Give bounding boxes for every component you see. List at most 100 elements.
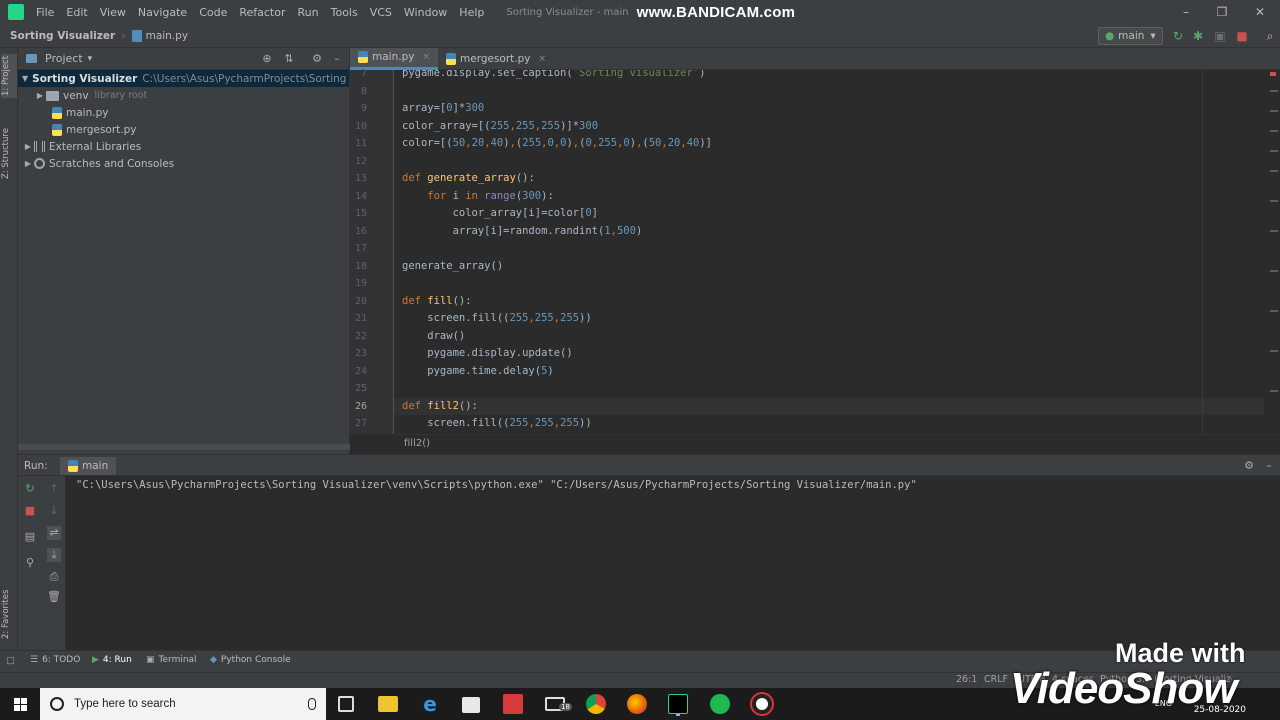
gift-icon[interactable] (503, 694, 523, 714)
breadcrumb-project[interactable]: Sorting Visualizer (10, 30, 115, 42)
arrow-up-icon[interactable]: ↑ (47, 482, 61, 496)
edge-icon[interactable]: e (420, 694, 440, 714)
store-icon[interactable] (462, 697, 480, 713)
tab-python-console[interactable]: ◆ Python Console (210, 655, 291, 665)
tree-item-scratches[interactable]: ▶ Scratches and Consoles (18, 155, 349, 172)
menu-help[interactable]: Help (453, 6, 490, 19)
taskbar-search[interactable]: Type here to search (40, 688, 326, 720)
project-panel-title[interactable]: Project (45, 52, 83, 65)
rerun-icon[interactable]: ↻ (23, 482, 37, 496)
rerun-icon[interactable]: ↻ (1170, 28, 1186, 44)
stop-icon[interactable]: ■ (23, 504, 37, 518)
tree-item-external-libraries[interactable]: ▶ External Libraries (18, 138, 349, 155)
code-editor[interactable]: pygame.display.set_caption('Sorting visu… (394, 70, 1264, 434)
menu-run[interactable]: Run (292, 6, 325, 19)
stripe-marker[interactable] (1270, 130, 1278, 132)
soft-wrap-icon[interactable]: ⇌ (47, 526, 61, 540)
scroll-to-end-icon[interactable]: ⤓ (47, 548, 61, 562)
menu-view[interactable]: View (94, 6, 132, 19)
tab-run[interactable]: ▶ 4: Run (92, 655, 132, 665)
structure-tool-tab[interactable]: Z: Structure (1, 122, 17, 186)
error-marker[interactable] (1270, 72, 1276, 76)
gear-icon[interactable]: ⚙ (1242, 459, 1256, 473)
menu-edit[interactable]: Edit (60, 6, 93, 19)
run-console[interactable]: "C:\Users\Asus\PycharmProjects\Sorting V… (66, 476, 1280, 650)
layout-icon[interactable]: ▤ (23, 530, 37, 544)
close-window-button[interactable]: ✕ (1242, 0, 1278, 24)
trash-icon[interactable]: 🗑 (47, 590, 61, 604)
close-icon[interactable]: × (539, 54, 547, 64)
chevron-right-icon[interactable]: ▶ (22, 142, 34, 151)
firefox-icon[interactable] (627, 694, 647, 714)
chevron-right-icon[interactable]: ▶ (34, 91, 46, 100)
hide-panel-icon[interactable]: – (1262, 459, 1276, 473)
search-everywhere-icon[interactable]: ⌕ (1262, 28, 1278, 44)
function-breadcrumb[interactable]: fill2() (404, 438, 430, 449)
stripe-marker[interactable] (1270, 150, 1278, 152)
chrome-icon[interactable] (586, 694, 606, 714)
caret-position[interactable]: 26:1 (956, 674, 977, 685)
run-label: Run: (24, 460, 48, 472)
chevron-down-icon[interactable]: ▾ (88, 54, 93, 64)
line-number-gutter[interactable]: 7 8 9 10 11 12 13 14 15 16 17 18 19 20 2… (350, 68, 394, 434)
breadcrumb-file[interactable]: main.py (146, 30, 188, 42)
menu-navigate[interactable]: Navigate (132, 6, 193, 19)
close-icon[interactable]: × (422, 52, 430, 62)
error-stripe[interactable] (1268, 70, 1280, 434)
maximize-button[interactable]: ❐ (1204, 0, 1240, 24)
tree-item-venv[interactable]: ▶ venv library root (18, 87, 349, 104)
print-icon[interactable]: ⎙ (47, 570, 61, 584)
start-button[interactable] (0, 688, 40, 720)
collapse-all-icon[interactable]: ⇅ (282, 52, 296, 66)
stripe-marker[interactable] (1270, 200, 1278, 202)
task-view-icon[interactable] (338, 696, 354, 712)
hide-panel-icon[interactable]: – (330, 52, 344, 66)
tree-item-main-py[interactable]: main.py (18, 104, 349, 121)
navigation-bar: Sorting Visualizer › main.py ● main ▾ ↻ … (0, 24, 1280, 48)
arrow-down-icon[interactable]: ↓ (47, 504, 61, 518)
stop-icon[interactable]: ■ (1234, 28, 1250, 44)
menu-tools[interactable]: Tools (325, 6, 364, 19)
menu-window[interactable]: Window (398, 6, 453, 19)
stripe-marker[interactable] (1270, 230, 1278, 232)
menu-file[interactable]: File (30, 6, 60, 19)
chevron-right-icon[interactable]: ▶ (22, 159, 34, 168)
project-tool-tab[interactable]: 1: Project (1, 54, 17, 98)
layout-toggle-icon[interactable]: ▢ (6, 655, 15, 666)
coverage-icon[interactable]: ▣ (1212, 28, 1228, 44)
stripe-marker[interactable] (1270, 350, 1278, 352)
stripe-marker[interactable] (1270, 310, 1278, 312)
menu-refactor[interactable]: Refactor (233, 6, 291, 19)
pin-icon[interactable]: ⚲ (23, 556, 37, 570)
windows-logo-icon (13, 697, 27, 711)
gear-icon[interactable]: ⚙ (310, 52, 324, 66)
stripe-marker[interactable] (1270, 110, 1278, 112)
chevron-down-icon[interactable]: ▼ (22, 74, 28, 83)
debug-icon[interactable]: ✱ (1190, 28, 1206, 44)
bandicam-record-icon[interactable] (752, 694, 772, 714)
file-explorer-icon[interactable] (378, 696, 398, 712)
minimize-button[interactable]: – (1168, 0, 1204, 24)
stripe-marker[interactable] (1270, 170, 1278, 172)
locate-file-icon[interactable]: ⊕ (260, 52, 274, 66)
stripe-marker[interactable] (1270, 390, 1278, 392)
menu-code[interactable]: Code (193, 6, 233, 19)
run-config-selector[interactable]: ● main ▾ (1098, 27, 1163, 45)
tab-todo[interactable]: ☰ 6: TODO (30, 655, 80, 665)
stripe-marker[interactable] (1270, 90, 1278, 92)
favorites-tool-tab[interactable]: 2: Favorites (1, 582, 17, 646)
tab-mergesort-py[interactable]: mergesort.py × (438, 48, 554, 70)
run-tab-main[interactable]: main (60, 457, 117, 475)
microphone-icon[interactable] (308, 698, 316, 710)
spotify-icon[interactable] (710, 694, 730, 714)
stripe-marker[interactable] (1270, 270, 1278, 272)
horizontal-scrollbar[interactable] (18, 444, 350, 450)
pycharm-taskbar-icon[interactable] (668, 694, 688, 714)
libraries-icon (34, 141, 45, 152)
tree-item-mergesort-py[interactable]: mergesort.py (18, 121, 349, 138)
tree-item-root[interactable]: ▼ Sorting Visualizer C:\Users\Asus\Pycha… (18, 70, 396, 87)
menu-vcs[interactable]: VCS (364, 6, 398, 19)
mail-icon[interactable]: 18 (545, 697, 572, 711)
line-separator[interactable]: CRLF (984, 674, 1008, 685)
tab-terminal[interactable]: ▣ Terminal (146, 655, 197, 665)
